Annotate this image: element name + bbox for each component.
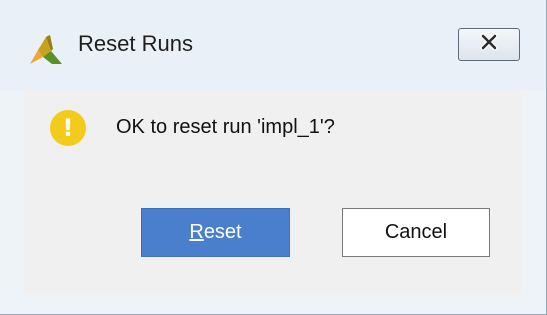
title-bar: Reset Runs (0, 0, 546, 90)
confirmation-message: OK to reset run 'impl_1'? (116, 116, 335, 138)
reset-button[interactable]: Reset (141, 208, 290, 257)
warning-icon: ! (50, 110, 86, 146)
vivado-logo-icon (28, 33, 64, 67)
warning-glyph: ! (62, 114, 74, 142)
dialog-title: Reset Runs (78, 31, 193, 56)
cancel-button[interactable]: Cancel (342, 208, 490, 257)
close-icon (480, 33, 498, 56)
dialog-body: ! OK to reset run 'impl_1'? Reset Cancel (24, 90, 521, 295)
close-button[interactable] (458, 28, 520, 61)
reset-mnemonic: R (189, 221, 204, 243)
reset-label-rest: eset (203, 221, 242, 243)
reset-runs-dialog: Reset Runs ! OK to reset run 'impl_1'? R… (0, 0, 547, 315)
